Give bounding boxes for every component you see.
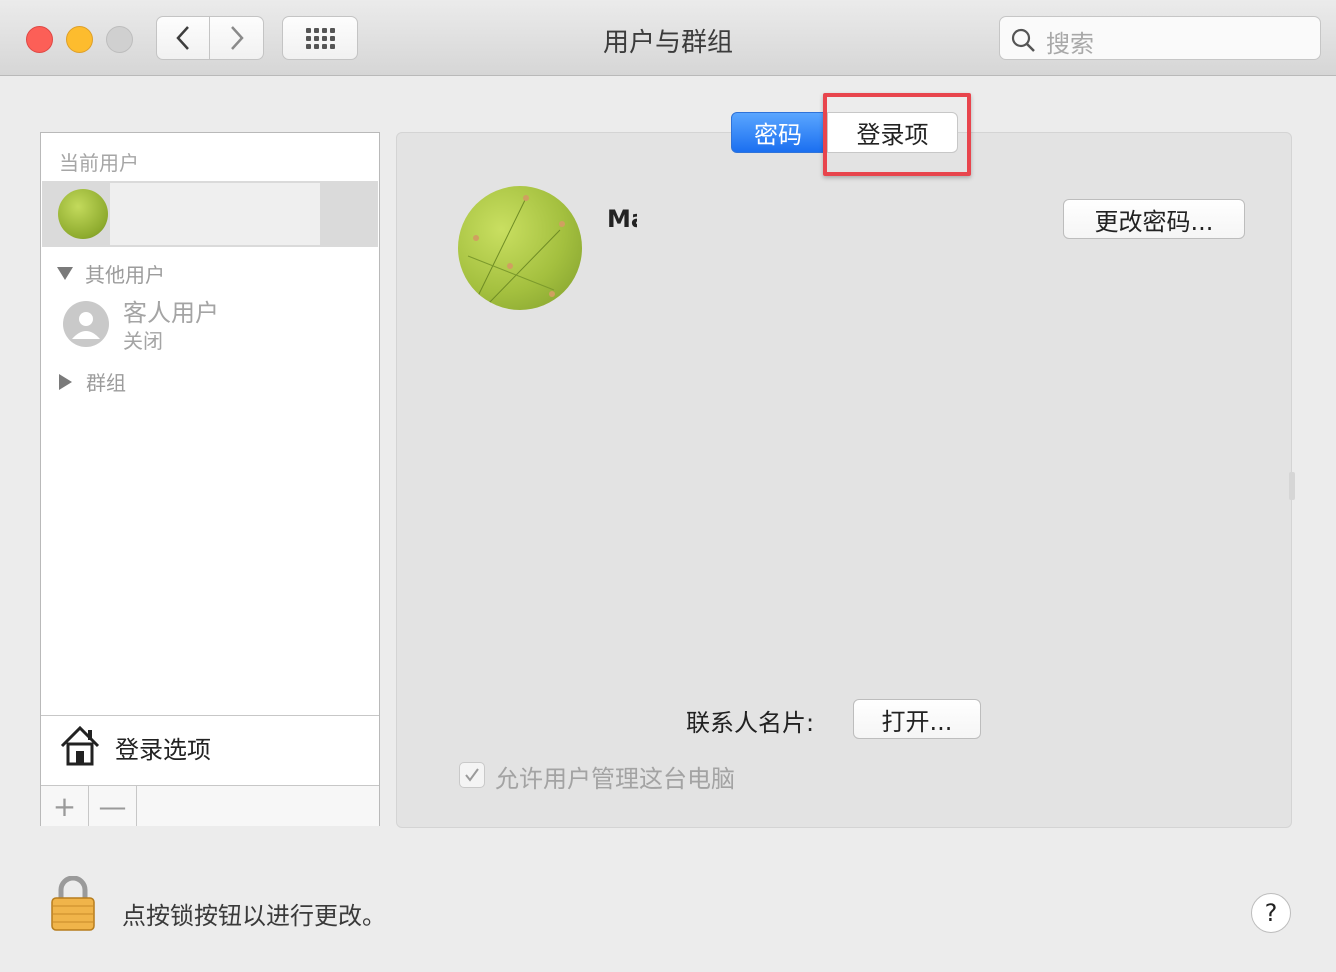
login-options-label: 登录选项 (115, 736, 211, 764)
resize-handle (1289, 472, 1295, 500)
highlight-annotation (823, 93, 971, 176)
current-user-avatar (58, 189, 108, 239)
groups-label: 群组 (86, 371, 126, 395)
search-field[interactable]: 搜索 (999, 16, 1321, 60)
sidebar-footer: + — (41, 785, 379, 826)
tab-password[interactable]: 密码 (731, 112, 825, 153)
lock-icon[interactable] (50, 876, 96, 932)
house-icon (60, 725, 100, 766)
open-contact-card-button[interactable]: 打开... (853, 699, 981, 739)
checkmark-icon (465, 768, 479, 782)
change-password-button[interactable]: 更改密码... (1063, 199, 1245, 239)
contact-card-label: 联系人名片: (686, 709, 815, 737)
remove-user-button[interactable]: — (89, 786, 137, 826)
guest-user-status: 关闭 (123, 329, 163, 353)
allow-admin-label: 允许用户管理这台电脑 (495, 765, 735, 793)
current-user-row[interactable] (42, 181, 378, 247)
person-icon (63, 301, 109, 347)
other-users-header[interactable]: 其他用户 (57, 259, 165, 288)
disclosure-triangle-icon (57, 267, 73, 280)
search-icon (1011, 28, 1035, 52)
users-sidebar: 当前用户 其他用户 客人用户 关闭 群组 登录选项 + — (40, 132, 380, 826)
title-bar: 用户与群组 搜索 (0, 0, 1336, 76)
help-button[interactable]: ? (1251, 893, 1291, 933)
lock-status-text: 点按锁按钮以进行更改。 (122, 902, 386, 930)
groups-header[interactable]: 群组 (59, 367, 126, 396)
login-options-item[interactable]: 登录选项 (41, 715, 379, 786)
user-avatar-large[interactable] (458, 186, 582, 310)
search-placeholder: 搜索 (1046, 30, 1094, 58)
allow-admin-checkbox[interactable] (459, 762, 485, 788)
add-user-button[interactable]: + (41, 786, 89, 826)
user-full-name: Ma (607, 205, 637, 233)
current-users-header: 当前用户 (59, 151, 139, 175)
help-icon: ? (1264, 899, 1278, 927)
other-users-label: 其他用户 (85, 263, 165, 287)
guest-user-name[interactable]: 客人用户 (123, 293, 219, 328)
current-user-name-redacted (110, 183, 320, 245)
disclosure-triangle-icon (59, 373, 72, 390)
